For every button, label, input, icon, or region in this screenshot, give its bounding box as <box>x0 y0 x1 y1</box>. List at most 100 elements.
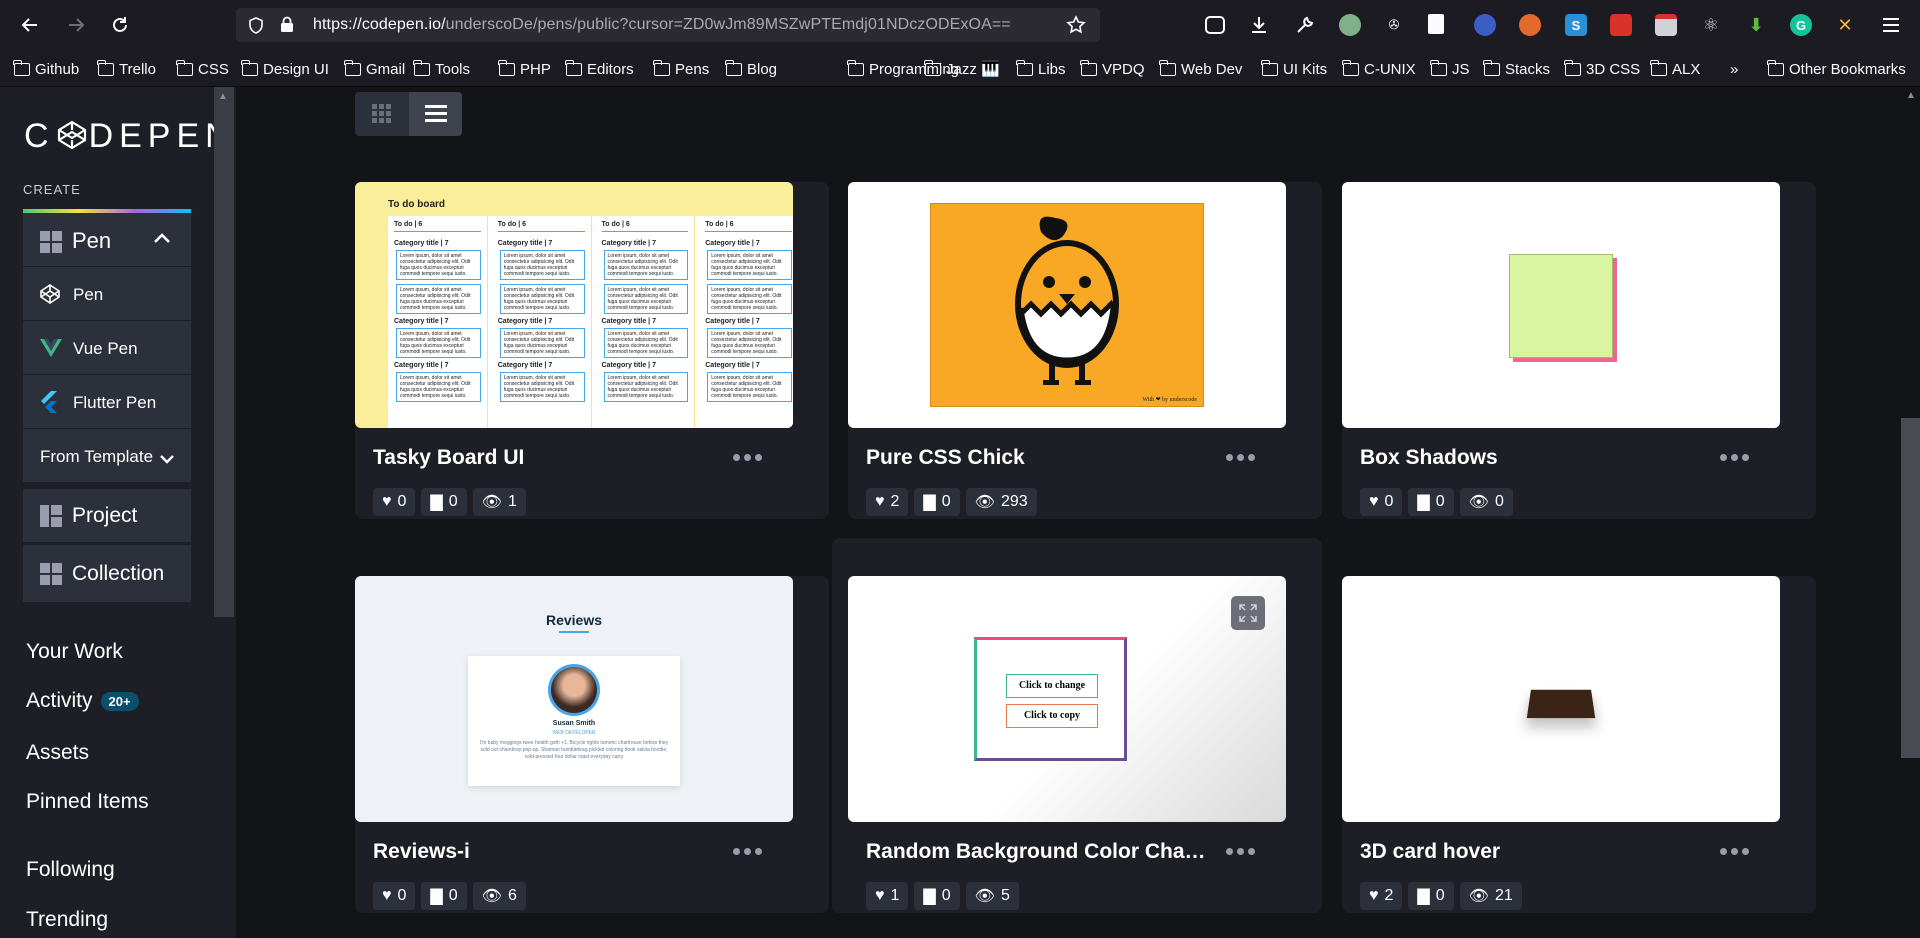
extension-block-icon[interactable] <box>1655 14 1677 36</box>
chevron-up-icon[interactable] <box>153 231 171 249</box>
pen-card[interactable]: With ❤ by underscode Pure CSS Chick ♥ 2 ▇… <box>848 182 1322 519</box>
forward-icon[interactable] <box>62 11 90 39</box>
download-icon[interactable] <box>1248 14 1270 36</box>
lock-icon[interactable] <box>280 16 294 38</box>
from-template-button[interactable]: From Template <box>23 429 191 483</box>
extension-red-icon[interactable] <box>1610 14 1632 36</box>
nav-assets[interactable]: Assets <box>26 741 89 765</box>
codepen-logo[interactable]: C DEPEN <box>24 117 236 156</box>
pen-title[interactable]: Pure CSS Chick <box>866 446 1025 470</box>
menu-item-pen[interactable]: Pen <box>23 267 191 321</box>
sidebar-scrollbar[interactable] <box>214 87 234 617</box>
nav-pinned-items[interactable]: Pinned Items <box>26 790 149 814</box>
bookmark-folder[interactable]: Blog <box>725 59 777 79</box>
url-bar[interactable]: https://codepen.io/underscoDe/pens/publi… <box>236 8 1100 42</box>
comment-button[interactable]: ▇ 0 <box>1408 488 1454 516</box>
bookmark-folder[interactable]: Web Dev <box>1159 59 1242 79</box>
pen-title[interactable]: Tasky Board UI <box>373 446 524 470</box>
extension-globe-icon[interactable] <box>1339 14 1361 36</box>
bookmark-folder[interactable]: VPDQ <box>1080 59 1145 79</box>
main-scrollbar-thumb[interactable] <box>1901 418 1920 758</box>
more-options-icon[interactable] <box>1720 454 1749 461</box>
bookmark-folder[interactable]: Gmail <box>344 59 405 79</box>
star-icon[interactable] <box>1066 15 1086 40</box>
bookmark-folder[interactable]: Design UI <box>241 59 329 79</box>
pen-thumbnail[interactable] <box>1342 576 1780 822</box>
pen-thumbnail[interactable]: With ❤ by underscode <box>848 182 1286 428</box>
shield-icon[interactable] <box>248 17 264 39</box>
more-options-icon[interactable] <box>733 848 762 855</box>
pen-title[interactable]: Box Shadows <box>1360 446 1498 470</box>
like-button[interactable]: ♥ 2 <box>1360 882 1403 910</box>
pen-card[interactable]: Box Shadows ♥ 0 ▇ 0 👁 0 <box>1342 182 1816 519</box>
pen-title[interactable]: Reviews-i <box>373 840 470 864</box>
bookmark-folder[interactable]: Libs <box>1016 59 1066 79</box>
extension-react-icon[interactable]: ⚛ <box>1700 14 1722 36</box>
bookmark-folder[interactable]: ALX <box>1650 59 1700 79</box>
extension-s-icon[interactable]: S <box>1565 14 1587 36</box>
bookmark-folder[interactable]: Trello <box>97 59 156 79</box>
extension-orange-icon[interactable] <box>1519 14 1541 36</box>
pen-menu-header[interactable]: Pen <box>23 213 191 267</box>
bookmark-folder[interactable]: Github <box>13 59 79 79</box>
extension-doc-icon[interactable] <box>1428 14 1444 34</box>
bookmark-folder[interactable]: Editors <box>565 59 634 79</box>
nav-following[interactable]: Following <box>26 858 115 882</box>
pen-card[interactable]: Reviews Susan Smith WEB DEVELOPER I'm ba… <box>355 576 829 913</box>
bookmark-folder[interactable]: Jazz 🎹 <box>924 59 1000 79</box>
click-to-change-button[interactable]: Click to change <box>1006 674 1098 698</box>
collection-button[interactable]: Collection <box>23 545 191 603</box>
wrench-icon[interactable] <box>1294 14 1316 36</box>
comment-button[interactable]: ▇ 0 <box>914 488 960 516</box>
more-options-icon[interactable] <box>1226 848 1255 855</box>
back-icon[interactable] <box>16 11 44 39</box>
scroll-up-icon[interactable]: ▲ <box>218 91 228 102</box>
comment-button[interactable]: ▇ 0 <box>914 882 960 910</box>
bookmark-folder[interactable]: 3D CSS <box>1564 59 1640 79</box>
like-button[interactable]: ♥ 2 <box>866 488 909 516</box>
click-to-copy-button[interactable]: Click to copy <box>1006 704 1098 728</box>
reload-icon[interactable] <box>106 11 134 39</box>
other-bookmarks[interactable]: Other Bookmarks <box>1767 59 1906 79</box>
pen-thumbnail[interactable]: Click to change Click to copy <box>848 576 1286 822</box>
like-button[interactable]: ♥ 0 <box>373 882 416 910</box>
bookmark-folder[interactable]: UI Kits <box>1261 59 1327 79</box>
comment-button[interactable]: ▇ 0 <box>421 882 467 910</box>
menu-icon[interactable] <box>1880 14 1902 36</box>
bookmarks-overflow-icon[interactable]: » <box>1730 59 1738 79</box>
extension-tools-icon[interactable]: ✕ <box>1834 14 1856 36</box>
comment-button[interactable]: ▇ 0 <box>1408 882 1454 910</box>
pocket-icon[interactable] <box>1205 16 1225 34</box>
extension-cat-icon[interactable]: ✇ <box>1383 14 1405 36</box>
more-options-icon[interactable] <box>1226 454 1255 461</box>
like-button[interactable]: ♥ 0 <box>1360 488 1403 516</box>
pen-title[interactable]: 3D card hover <box>1360 840 1500 864</box>
bookmark-folder[interactable]: PHP <box>498 59 551 79</box>
menu-item-vue-pen[interactable]: Vue Pen <box>23 321 191 375</box>
bookmark-folder[interactable]: CSS <box>176 59 229 79</box>
bookmark-folder[interactable]: Tools <box>413 59 470 79</box>
bookmark-folder[interactable]: Pens <box>653 59 709 79</box>
bookmark-folder[interactable]: JS <box>1430 59 1470 79</box>
project-button[interactable]: Project <box>23 489 191 543</box>
grammarly-icon[interactable]: G <box>1790 14 1812 36</box>
list-view-button[interactable] <box>409 92 462 136</box>
pen-card[interactable]: 3D card hover ♥ 2 ▇ 0 👁 21 <box>1342 576 1816 913</box>
comment-button[interactable]: ▇ 0 <box>421 488 467 516</box>
like-button[interactable]: ♥ 0 <box>373 488 416 516</box>
pen-card-hovered[interactable]: Click to change Click to copy Random Bac… <box>832 538 1322 913</box>
extension-blue-icon[interactable] <box>1474 14 1496 36</box>
main-scroll-up-icon[interactable]: ▲ <box>1906 90 1916 101</box>
nav-activity[interactable]: Activity 20+ <box>26 689 139 713</box>
pen-thumbnail[interactable]: Reviews Susan Smith WEB DEVELOPER I'm ba… <box>355 576 793 822</box>
menu-item-flutter-pen[interactable]: Flutter Pen <box>23 375 191 429</box>
more-options-icon[interactable] <box>1720 848 1749 855</box>
like-button[interactable]: ♥ 1 <box>866 882 909 910</box>
grid-view-button[interactable] <box>355 92 408 136</box>
pen-card[interactable]: To do board To do | 6 Category title | 7 L… <box>355 182 829 519</box>
pen-title[interactable]: Random Background Color Chan… <box>866 840 1206 864</box>
expand-icon[interactable] <box>1231 596 1265 630</box>
bookmark-folder[interactable]: C-UNIX <box>1342 59 1416 79</box>
bookmark-folder[interactable]: Stacks <box>1483 59 1550 79</box>
nav-trending[interactable]: Trending <box>26 908 108 932</box>
